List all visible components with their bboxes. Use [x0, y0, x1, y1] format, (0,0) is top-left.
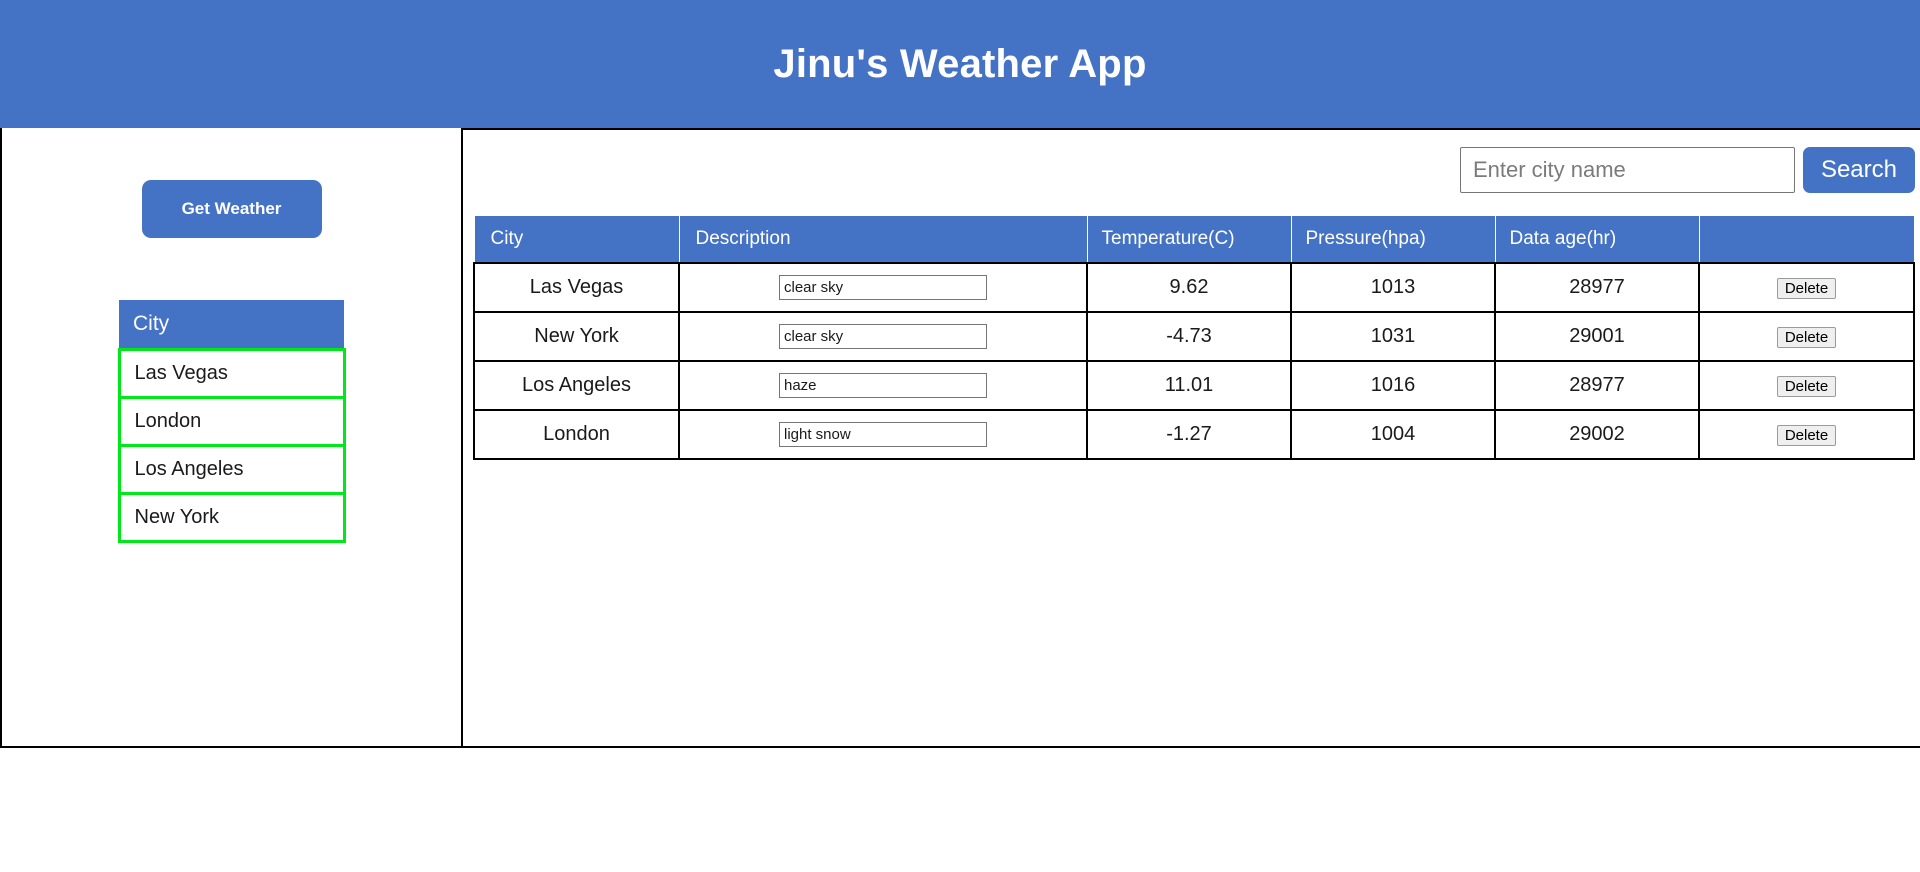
description-input[interactable] — [779, 324, 987, 349]
table-row: London -1.27 1004 29002 Delete — [473, 409, 1915, 460]
cell-temperature: 9.62 — [1086, 262, 1292, 313]
weather-table-header-row: City Description Temperature(C) Pressure… — [473, 215, 1915, 264]
list-item[interactable]: New York — [117, 492, 346, 543]
cell-actions: Delete — [1698, 311, 1915, 362]
cell-pressure: 1031 — [1290, 311, 1496, 362]
cell-pressure: 1016 — [1290, 360, 1496, 411]
search-input[interactable] — [1459, 147, 1795, 193]
cell-city: Los Angeles — [473, 360, 680, 411]
city-list-head: City — [119, 300, 344, 350]
sidebar-city-new-york[interactable]: New York — [117, 492, 346, 543]
column-header-actions — [1698, 215, 1915, 264]
get-weather-button[interactable]: Get Weather — [141, 180, 322, 238]
cell-actions: Delete — [1698, 360, 1915, 411]
delete-button[interactable]: Delete — [1776, 376, 1837, 397]
get-weather-button-wrap: Get Weather — [2, 128, 461, 238]
table-row: Las Vegas 9.62 1013 28977 Delete — [473, 262, 1915, 313]
sidebar-city-london[interactable]: London — [117, 396, 346, 447]
city-list-header-cell: City — [119, 300, 344, 350]
table-row: Los Angeles 11.01 1016 28977 Delete — [473, 360, 1915, 411]
description-input[interactable] — [779, 422, 987, 447]
cell-pressure: 1013 — [1290, 262, 1496, 313]
app-header: Jinu's Weather App — [0, 0, 1920, 128]
city-list-header-row: City — [119, 300, 344, 350]
search-bar: Search — [463, 130, 1920, 193]
list-item[interactable]: London — [117, 396, 346, 447]
cell-temperature: -1.27 — [1086, 409, 1292, 460]
weather-table-body: Las Vegas 9.62 1013 28977 Delete New Yor… — [473, 262, 1915, 460]
description-input[interactable] — [779, 275, 987, 300]
city-list-wrap: City Las Vegas London Los Angeles New Yo… — [2, 300, 461, 543]
cell-data-age: 28977 — [1494, 262, 1700, 313]
weather-table: City Description Temperature(C) Pressure… — [473, 215, 1915, 460]
cell-actions: Delete — [1698, 409, 1915, 460]
delete-button[interactable]: Delete — [1776, 425, 1837, 446]
cell-description — [678, 409, 1088, 460]
column-header-pressure: Pressure(hpa) — [1290, 215, 1496, 264]
page-title: Jinu's Weather App — [773, 42, 1147, 86]
search-button[interactable]: Search — [1802, 147, 1915, 193]
cell-city: Las Vegas — [473, 262, 680, 313]
cell-data-age: 29002 — [1494, 409, 1700, 460]
sidebar-city-las-vegas[interactable]: Las Vegas — [117, 348, 346, 399]
cell-temperature: -4.73 — [1086, 311, 1292, 362]
weather-table-head: City Description Temperature(C) Pressure… — [473, 215, 1915, 264]
city-list-body: Las Vegas London Los Angeles New York — [117, 348, 346, 543]
delete-button[interactable]: Delete — [1776, 327, 1837, 348]
cell-city: New York — [473, 311, 680, 362]
weather-table-wrap: City Description Temperature(C) Pressure… — [463, 193, 1920, 460]
sidebar: Get Weather City Las Vegas London Los An… — [0, 128, 463, 748]
cell-description — [678, 360, 1088, 411]
column-header-temperature: Temperature(C) — [1086, 215, 1292, 264]
table-row: New York -4.73 1031 29001 Delete — [473, 311, 1915, 362]
column-header-city: City — [473, 215, 680, 264]
cell-description — [678, 311, 1088, 362]
description-input[interactable] — [779, 373, 987, 398]
city-list-table: City Las Vegas London Los Angeles New Yo… — [117, 300, 346, 543]
cell-description — [678, 262, 1088, 313]
delete-button[interactable]: Delete — [1776, 278, 1837, 299]
cell-data-age: 28977 — [1494, 360, 1700, 411]
cell-city: London — [473, 409, 680, 460]
main-panel: Search City Description Temperature(C) P… — [463, 128, 1920, 748]
list-item[interactable]: Las Vegas — [117, 348, 346, 399]
column-header-data-age: Data age(hr) — [1494, 215, 1700, 264]
cell-actions: Delete — [1698, 262, 1915, 313]
page-body: Get Weather City Las Vegas London Los An… — [0, 128, 1920, 748]
cell-temperature: 11.01 — [1086, 360, 1292, 411]
column-header-description: Description — [678, 215, 1088, 264]
sidebar-city-los-angeles[interactable]: Los Angeles — [117, 444, 346, 495]
cell-pressure: 1004 — [1290, 409, 1496, 460]
list-item[interactable]: Los Angeles — [117, 444, 346, 495]
cell-data-age: 29001 — [1494, 311, 1700, 362]
